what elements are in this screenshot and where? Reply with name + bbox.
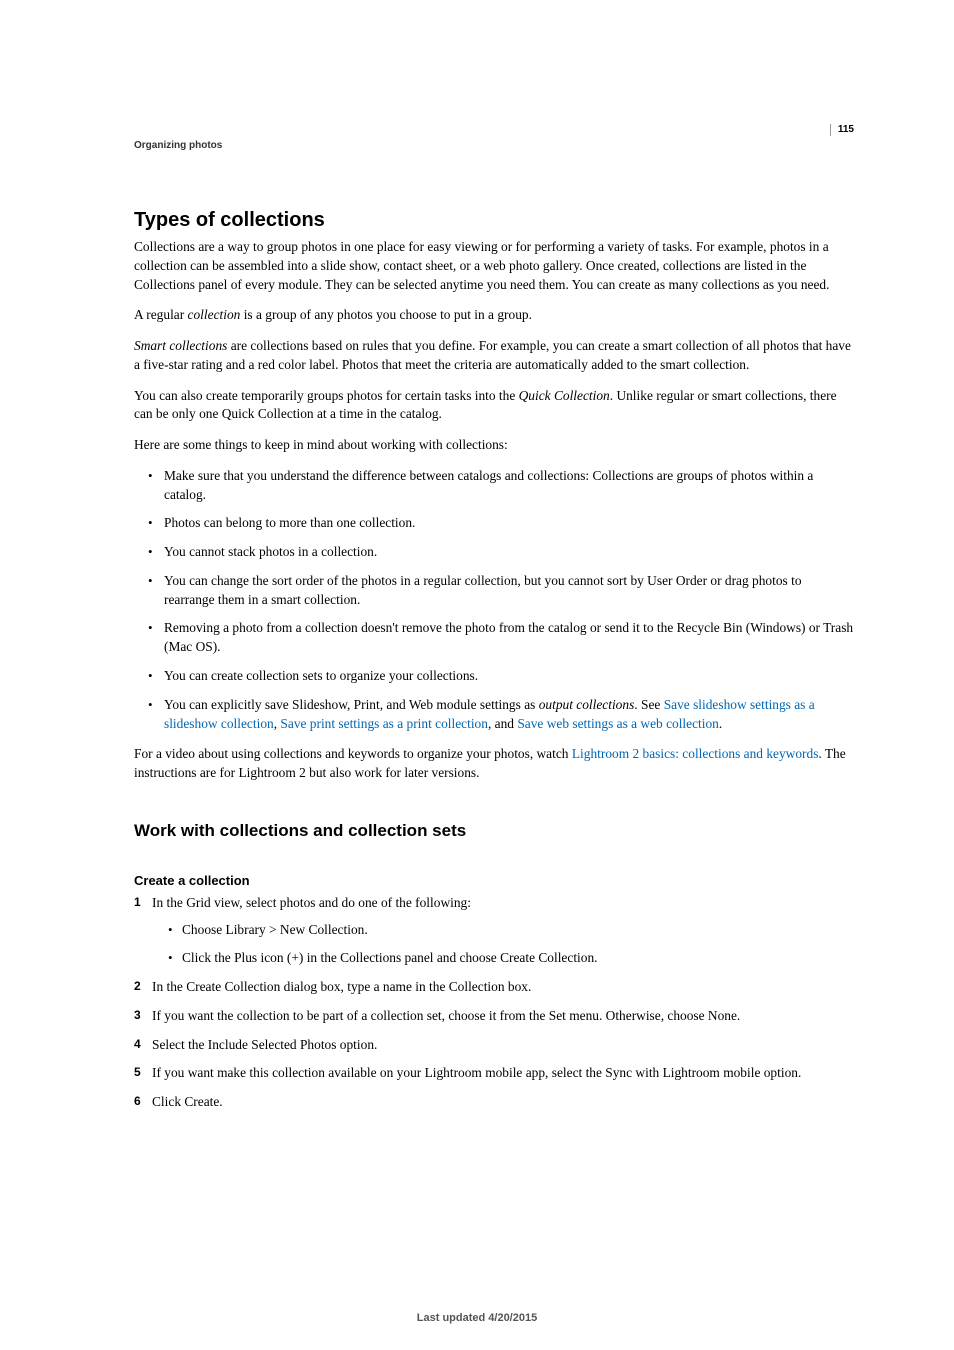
body-paragraph: Here are some things to keep in mind abo… bbox=[134, 436, 854, 455]
heading-types-of-collections: Types of collections bbox=[134, 209, 854, 232]
text: You can also create temporarily groups p… bbox=[134, 388, 519, 403]
heading-work-collections: Work with collections and collection set… bbox=[134, 821, 854, 841]
bullet-item: You can change the sort order of the pho… bbox=[134, 572, 854, 610]
text: . bbox=[719, 716, 722, 731]
bullet-item: You can explicitly save Slideshow, Print… bbox=[134, 696, 854, 734]
body-paragraph: Smart collections are collections based … bbox=[134, 337, 854, 375]
bullet-item: Photos can belong to more than one colle… bbox=[134, 514, 854, 533]
body-paragraph: You can also create temporarily groups p… bbox=[134, 387, 854, 425]
text: . See bbox=[634, 697, 663, 712]
italic-term: Smart collections bbox=[134, 338, 227, 353]
italic-term: collection bbox=[188, 307, 241, 322]
italic-term: Quick Collection bbox=[519, 388, 610, 403]
sub-bullet: Click the Plus icon (+) in the Collectio… bbox=[152, 949, 854, 968]
body-paragraph: A regular collection is a group of any p… bbox=[134, 306, 854, 325]
sub-bullet: Choose Library > New Collection. bbox=[152, 921, 854, 940]
bullet-item: You cannot stack photos in a collection. bbox=[134, 543, 854, 562]
step-item: In the Create Collection dialog box, typ… bbox=[134, 978, 854, 997]
text: is a group of any photos you choose to p… bbox=[240, 307, 532, 322]
text: For a video about using collections and … bbox=[134, 746, 572, 761]
italic-term: output collections bbox=[539, 697, 635, 712]
link-save-print[interactable]: Save print settings as a print collectio… bbox=[280, 716, 488, 731]
text: are collections based on rules that you … bbox=[134, 338, 851, 372]
bullet-item: You can create collection sets to organi… bbox=[134, 667, 854, 686]
step-item: If you want make this collection availab… bbox=[134, 1064, 854, 1083]
footer-last-updated: Last updated 4/20/2015 bbox=[0, 1312, 954, 1324]
text: You can explicitly save Slideshow, Print… bbox=[164, 697, 539, 712]
link-video-lightroom[interactable]: Lightroom 2 basics: collections and keyw… bbox=[572, 746, 819, 761]
heading-create-collection: Create a collection bbox=[134, 873, 854, 888]
text: In the Grid view, select photos and do o… bbox=[152, 895, 471, 910]
step-item: If you want the collection to be part of… bbox=[134, 1007, 854, 1026]
step-list: In the Grid view, select photos and do o… bbox=[134, 894, 854, 1112]
step-item: In the Grid view, select photos and do o… bbox=[134, 894, 854, 968]
link-save-web[interactable]: Save web settings as a web collection bbox=[517, 716, 719, 731]
bullet-item: Make sure that you understand the differ… bbox=[134, 467, 854, 505]
body-paragraph: For a video about using collections and … bbox=[134, 745, 854, 783]
bullet-list: Make sure that you understand the differ… bbox=[134, 467, 854, 733]
bullet-item: Removing a photo from a collection doesn… bbox=[134, 619, 854, 657]
step-item: Select the Include Selected Photos optio… bbox=[134, 1036, 854, 1055]
step-item: Click Create. bbox=[134, 1093, 854, 1112]
body-paragraph: Collections are a way to group photos in… bbox=[134, 238, 854, 294]
section-header: Organizing photos bbox=[134, 140, 854, 151]
text: A regular bbox=[134, 307, 188, 322]
text: , and bbox=[488, 716, 517, 731]
page-number: 115 bbox=[830, 124, 854, 136]
